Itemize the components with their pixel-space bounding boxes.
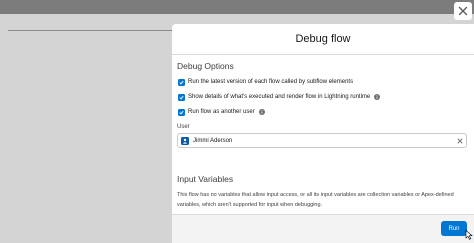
- selected-user-name: Jimmi Aderson: [193, 137, 233, 144]
- info-glyph: [261, 110, 263, 114]
- debug-flow-modal: Debug flow Debug Options Run the latest …: [172, 24, 474, 243]
- option-show-details: Show details of what's executed and rend…: [177, 91, 469, 103]
- option-label: Run the latest version of each flow call…: [188, 79, 354, 85]
- modal-body: Debug Options Run the latest version of …: [172, 55, 474, 210]
- checkmark-icon: [179, 110, 184, 114]
- debug-options-title: Debug Options: [177, 61, 234, 71]
- mouse-cursor-icon: [465, 230, 473, 240]
- option-label: Show details of what's executed and rend…: [188, 94, 371, 100]
- close-icon: [458, 6, 468, 16]
- input-variables-title: Input Variables: [177, 174, 234, 184]
- modal-footer: Run: [172, 214, 474, 243]
- checkmark-icon: [179, 95, 184, 99]
- user-icon: [181, 136, 189, 145]
- close-icon: [457, 138, 462, 143]
- clear-selection-button[interactable]: [456, 137, 463, 144]
- option-label: Run flow as another user: [188, 109, 255, 115]
- modal-title: Debug flow: [295, 33, 351, 45]
- run-as-user-checkbox[interactable]: [178, 108, 185, 116]
- option-latest-version: Run the latest version of each flow call…: [177, 76, 469, 88]
- checkmark-icon: [179, 80, 184, 84]
- run-button[interactable]: Run: [441, 221, 467, 236]
- option-run-as-user: Run flow as another user: [177, 106, 469, 118]
- show-details-checkbox[interactable]: [178, 93, 185, 101]
- close-modal-button[interactable]: [454, 2, 472, 20]
- modal-header: Debug flow: [172, 24, 474, 55]
- info-glyph: [376, 95, 378, 99]
- info-icon[interactable]: [258, 109, 265, 115]
- info-icon[interactable]: [374, 94, 381, 100]
- user-lookup-field[interactable]: Jimmi Aderson: [177, 133, 467, 148]
- input-variables-description: This flow has no variables that allow in…: [177, 192, 454, 208]
- latest-version-checkbox[interactable]: [178, 78, 185, 86]
- user-field-label: User: [177, 124, 190, 130]
